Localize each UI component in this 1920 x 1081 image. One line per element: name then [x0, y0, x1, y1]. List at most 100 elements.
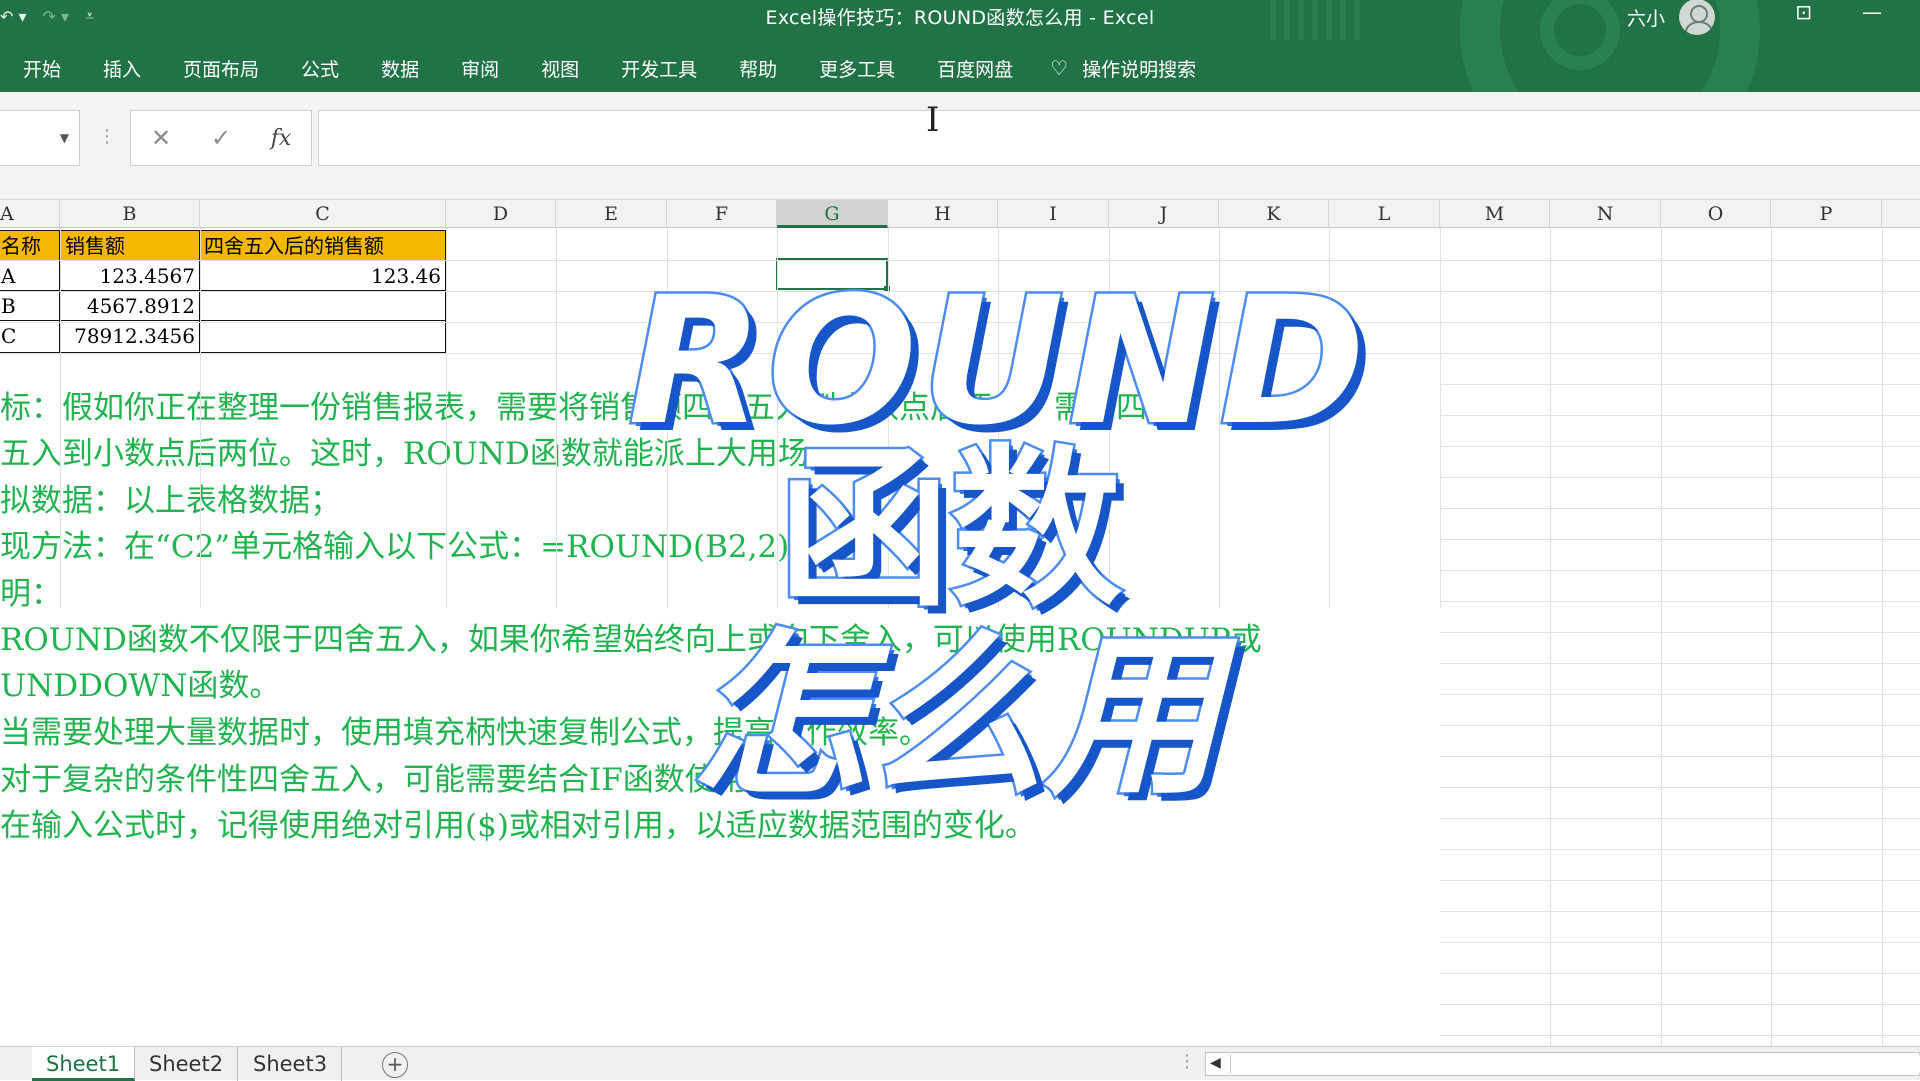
- formula-input[interactable]: [318, 110, 1920, 166]
- headline-function: 函数: [776, 429, 1125, 630]
- gridline: [1440, 539, 1920, 540]
- column-header[interactable]: I: [998, 200, 1109, 228]
- headline-round: ROUND: [626, 259, 1370, 464]
- instruction-text-line[interactable]: UNDDOWN函数。: [0, 666, 280, 706]
- gridline: [1440, 942, 1920, 943]
- gridline: [446, 228, 447, 608]
- column-header[interactable]: C: [200, 200, 446, 228]
- table-header-sales[interactable]: 销售额: [59, 230, 200, 261]
- table-cell[interactable]: A: [0, 260, 60, 291]
- headline-how-to-use: 怎么用: [689, 614, 1222, 819]
- gridline: [1440, 601, 1920, 602]
- gridline: [1440, 725, 1920, 726]
- ribbon-tab[interactable]: 帮助: [739, 55, 777, 82]
- add-sheet-icon[interactable]: +: [382, 1052, 408, 1078]
- column-header[interactable]: A: [0, 200, 60, 228]
- formula-buttons: ✕ ✓ fx: [130, 110, 312, 166]
- avatar-icon[interactable]: [1679, 0, 1715, 35]
- ribbon-tab[interactable]: 百度网盘: [937, 55, 1013, 82]
- gridline: [1440, 570, 1920, 571]
- column-header[interactable]: L: [1329, 200, 1440, 228]
- gridline: [1440, 973, 1920, 974]
- user-account[interactable]: 六小: [1627, 0, 1715, 35]
- gridline: [1440, 818, 1920, 819]
- table-header-name[interactable]: 名称: [0, 230, 60, 261]
- chevron-down-icon[interactable]: ▼: [60, 131, 69, 145]
- column-headers: ABCDEFGHIJKLMNOP: [0, 200, 1920, 228]
- ribbon-tab[interactable]: 更多工具: [819, 55, 895, 82]
- column-header[interactable]: J: [1109, 200, 1219, 228]
- enter-icon[interactable]: ✓: [191, 124, 251, 152]
- table-cell[interactable]: 4567.8912: [59, 290, 200, 321]
- gridline: [200, 228, 201, 608]
- gridline: [1440, 384, 1920, 385]
- ribbon-tab[interactable]: 开始: [23, 55, 61, 82]
- ribbon-tab[interactable]: 页面布局: [183, 55, 259, 82]
- formula-bar: ▼ ⋮ ✕ ✓ fx: [0, 92, 1920, 200]
- tell-me-search[interactable]: 操作说明搜索: [1082, 55, 1196, 82]
- ribbon-tab[interactable]: 视图: [541, 55, 579, 82]
- table-cell[interactable]: [199, 320, 446, 353]
- table-cell[interactable]: 123.4567: [59, 260, 200, 291]
- scroll-left-icon[interactable]: ◀: [1210, 1055, 1221, 1071]
- gridline: [1440, 415, 1920, 416]
- text-cursor-icon: I: [926, 100, 940, 140]
- column-header[interactable]: N: [1550, 200, 1661, 228]
- gridline: [1440, 228, 1441, 608]
- sheet-tab-bar: + ⋮ ◀ Sheet1 Sheet2 Sheet3: [0, 1046, 1920, 1081]
- sheet-tab[interactable]: Sheet3: [239, 1047, 343, 1081]
- column-header[interactable]: H: [888, 200, 998, 228]
- instruction-text-line[interactable]: 明：: [0, 574, 62, 614]
- table-cell[interactable]: 78912.3456: [59, 320, 200, 353]
- column-header[interactable]: F: [667, 200, 777, 228]
- column-header[interactable]: P: [1771, 200, 1882, 228]
- instruction-text-line[interactable]: 现方法：在“C2”单元格输入以下公式：=ROUND(B2,2): [0, 527, 789, 567]
- table-header-rounded[interactable]: 四舍五入后的销售额: [199, 230, 446, 261]
- sheet-tab[interactable]: Sheet2: [135, 1047, 239, 1081]
- table-cell[interactable]: 123.46: [199, 260, 446, 291]
- gridline: [1550, 228, 1551, 1046]
- scrollbar-thumb[interactable]: [1230, 1055, 1920, 1073]
- grip-dots-icon[interactable]: ⋮: [1178, 1051, 1196, 1072]
- gridline: [1440, 1004, 1920, 1005]
- gridline: [1440, 1035, 1920, 1036]
- ribbon-tabs: 开始 插入 页面布局 公式 数据 审阅 视图 开发工具 帮助 更多工具 百度网盘 ♡ 操作说明搜索: [0, 52, 1215, 84]
- gridline: [1771, 228, 1772, 1046]
- gridline: [1440, 477, 1920, 478]
- name-box[interactable]: ▼: [0, 110, 80, 166]
- cancel-icon[interactable]: ✕: [131, 124, 191, 152]
- ribbon-tab[interactable]: 开发工具: [621, 55, 697, 82]
- ribbon-tab[interactable]: 审阅: [461, 55, 499, 82]
- title-bar: ↶ ▾ ↷ ▾ ⩡ Excel操作技巧：ROUND函数怎么用 - Excel 六…: [0, 0, 1920, 92]
- minimize-icon[interactable]: —: [1862, 0, 1882, 24]
- grip-dots-icon[interactable]: ⋮: [98, 126, 116, 147]
- insert-function-icon[interactable]: fx: [251, 126, 311, 151]
- table-cell[interactable]: C: [0, 320, 60, 353]
- gridline: [1440, 663, 1920, 664]
- gridline: [1440, 880, 1920, 881]
- horizontal-scrollbar[interactable]: ◀: [1205, 1052, 1920, 1076]
- column-header[interactable]: B: [60, 200, 200, 228]
- column-header[interactable]: E: [556, 200, 667, 228]
- table-cell[interactable]: [199, 290, 446, 321]
- gridline: [1440, 508, 1920, 509]
- gridline: [556, 228, 557, 608]
- column-header[interactable]: G: [777, 200, 888, 228]
- lightbulb-icon[interactable]: ♡: [1050, 56, 1068, 80]
- ribbon-tab[interactable]: 公式: [301, 55, 339, 82]
- column-header[interactable]: O: [1661, 200, 1771, 228]
- ribbon-tab[interactable]: 插入: [103, 55, 141, 82]
- gridline: [1440, 756, 1920, 757]
- table-cell[interactable]: B: [0, 290, 60, 321]
- ribbon-tab[interactable]: 数据: [381, 55, 419, 82]
- column-header[interactable]: K: [1219, 200, 1329, 228]
- sheet-tab[interactable]: Sheet1: [32, 1047, 136, 1081]
- gridline: [1440, 446, 1920, 447]
- column-header[interactable]: D: [446, 200, 556, 228]
- ribbon-display-options-icon[interactable]: ⊡: [1795, 0, 1812, 24]
- instruction-text-line[interactable]: 对于复杂的条件性四舍五入，可能需要结合IF函数使用。: [0, 760, 778, 800]
- gridline: [1440, 849, 1920, 850]
- column-header[interactable]: M: [1440, 200, 1550, 228]
- gridline: [1440, 694, 1920, 695]
- instruction-text-line[interactable]: 拟数据：以上表格数据；: [0, 481, 341, 521]
